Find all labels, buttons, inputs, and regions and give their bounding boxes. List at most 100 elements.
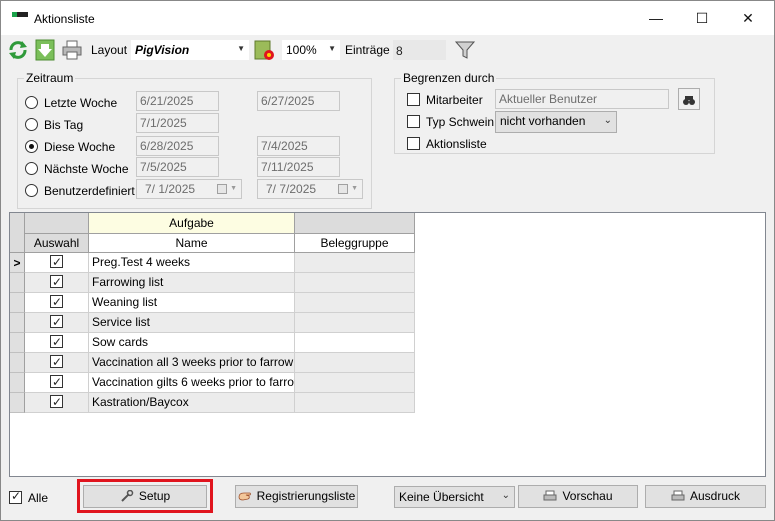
row-checkbox[interactable] xyxy=(50,273,63,292)
row-select-cell[interactable] xyxy=(25,253,89,273)
window-title: Aktionsliste xyxy=(34,12,95,26)
column-header-beleggruppe[interactable]: Beleggruppe xyxy=(295,234,415,253)
aktionsliste-label: Aktionsliste xyxy=(426,137,487,151)
task-name-cell[interactable]: Weaning list xyxy=(89,293,295,313)
chevron-down-icon: ▼ xyxy=(328,44,336,53)
chevron-down-icon: ▼ xyxy=(237,44,245,53)
column-header-auswahl[interactable]: Auswahl xyxy=(25,234,89,253)
maximize-button[interactable]: ☐ xyxy=(679,1,725,35)
print-icon[interactable] xyxy=(61,39,83,61)
beleggruppe-cell[interactable] xyxy=(295,333,415,353)
radio-bis-tag[interactable] xyxy=(25,118,38,131)
select-user-button[interactable] xyxy=(678,88,700,110)
mitarbeiter-field: Aktueller Benutzer xyxy=(495,89,669,109)
row-checkbox[interactable] xyxy=(50,313,63,332)
zoom-select[interactable]: 100% ▼ xyxy=(281,39,341,61)
beleggruppe-cell[interactable] xyxy=(295,293,415,313)
typ-schwein-label: Typ Schwein xyxy=(426,115,495,129)
chevron-down-icon: ▼ xyxy=(230,185,237,192)
row-select-cell[interactable] xyxy=(25,273,89,293)
column-header-name[interactable]: Name xyxy=(89,234,295,253)
task-name-cell[interactable]: Kastration/Baycox xyxy=(89,393,295,413)
filter-icon[interactable] xyxy=(454,39,476,61)
grid-group-blank-2 xyxy=(295,213,415,234)
row-select-cell[interactable] xyxy=(25,393,89,413)
row-header[interactable] xyxy=(10,393,25,413)
beleggruppe-cell[interactable] xyxy=(295,313,415,333)
date-picker-to-value: 7/ 7/2025 xyxy=(266,182,317,196)
binoculars-icon xyxy=(683,95,695,105)
row-select-cell[interactable] xyxy=(25,373,89,393)
row-checkbox[interactable] xyxy=(50,293,63,312)
typ-schwein-select[interactable]: nicht vorhanden ⌄ xyxy=(495,111,617,133)
task-name-cell[interactable]: Vaccination gilts 6 weeks prior to farro… xyxy=(89,373,295,393)
alle-checkbox[interactable] xyxy=(9,489,22,504)
radio-label-bis-tag: Bis Tag xyxy=(44,118,84,132)
row-header[interactable] xyxy=(10,333,25,353)
date-picker-from[interactable]: 7/ 1/2025 ▼ xyxy=(136,179,242,199)
beleggruppe-cell[interactable] xyxy=(295,253,415,273)
ausdruck-button[interactable]: Ausdruck xyxy=(645,485,766,508)
row-header[interactable] xyxy=(10,313,25,333)
date-to-letzte-woche: 6/27/2025 xyxy=(257,91,340,111)
vorschau-button[interactable]: Vorschau xyxy=(518,485,638,508)
row-select-cell[interactable] xyxy=(25,293,89,313)
task-name-cell[interactable]: Preg.Test 4 weeks xyxy=(89,253,295,273)
close-button[interactable]: ✕ xyxy=(725,1,771,35)
row-header[interactable] xyxy=(10,373,25,393)
toolbar: Layout PigVision ▼ 100% ▼ Einträge 8 xyxy=(1,35,774,65)
grid-corner xyxy=(10,213,25,253)
row-checkbox[interactable] xyxy=(50,373,63,392)
date-picker-to[interactable]: 7/ 7/2025 ▼ xyxy=(257,179,363,199)
alle-label: Alle xyxy=(28,491,49,505)
download-icon[interactable] xyxy=(34,39,56,61)
registrierungsliste-button[interactable]: Registrierungsliste xyxy=(235,485,358,508)
radio-naechste-woche[interactable] xyxy=(25,162,38,175)
row-header[interactable]: > xyxy=(10,253,25,273)
beleggruppe-cell[interactable] xyxy=(295,393,415,413)
row-select-cell[interactable] xyxy=(25,353,89,373)
refresh-icon[interactable] xyxy=(7,39,29,61)
task-name-cell[interactable]: Service list xyxy=(89,313,295,333)
row-checkbox[interactable] xyxy=(50,333,63,352)
vorschau-label: Vorschau xyxy=(562,489,613,503)
radio-label-letzte-woche: Letzte Woche xyxy=(44,96,118,110)
registrierungsliste-label: Registrierungsliste xyxy=(256,489,356,503)
date-picker-from-value: 7/ 1/2025 xyxy=(145,182,196,196)
row-checkbox[interactable] xyxy=(50,253,63,272)
task-name-cell[interactable]: Sow cards xyxy=(89,333,295,353)
radio-benutzerdefiniert[interactable] xyxy=(25,184,38,197)
chevron-down-icon: ⌄ xyxy=(603,115,612,126)
row-checkbox[interactable] xyxy=(50,393,63,412)
calendar-icon xyxy=(217,184,227,194)
overview-select[interactable]: Keine Übersicht ⌄ xyxy=(394,486,515,508)
row-checkbox[interactable] xyxy=(50,353,63,372)
row-header[interactable] xyxy=(10,273,25,293)
radio-diese-woche[interactable] xyxy=(25,140,38,153)
row-header[interactable] xyxy=(10,293,25,313)
beleggruppe-cell[interactable] xyxy=(295,273,415,293)
layout-select[interactable]: PigVision ▼ xyxy=(130,39,250,61)
aktionsliste-checkbox[interactable] xyxy=(407,137,420,150)
row-select-cell[interactable] xyxy=(25,313,89,333)
row-select-cell[interactable] xyxy=(25,333,89,353)
setup-highlight xyxy=(77,479,213,513)
mitarbeiter-label: Mitarbeiter xyxy=(426,93,483,107)
radio-label-naechste-woche: Nächste Woche xyxy=(44,162,129,176)
calendar-icon xyxy=(338,184,348,194)
minimize-button[interactable]: — xyxy=(633,1,679,35)
app-icon xyxy=(12,12,28,20)
typ-schwein-checkbox[interactable] xyxy=(407,115,420,128)
overview-value: Keine Übersicht xyxy=(399,490,484,504)
task-name-cell[interactable]: Vaccination all 3 weeks prior to farrow xyxy=(89,353,295,373)
beleggruppe-cell[interactable] xyxy=(295,353,415,373)
date-to-diese-woche: 7/4/2025 xyxy=(257,136,340,156)
beleggruppe-cell[interactable] xyxy=(295,373,415,393)
row-header[interactable] xyxy=(10,353,25,373)
radio-letzte-woche[interactable] xyxy=(25,96,38,109)
chevron-down-icon: ▼ xyxy=(351,185,358,192)
layout-settings-icon[interactable] xyxy=(253,39,275,61)
mitarbeiter-checkbox[interactable] xyxy=(407,93,420,106)
task-name-cell[interactable]: Farrowing list xyxy=(89,273,295,293)
begrenzen-title: Begrenzen durch xyxy=(401,71,497,85)
